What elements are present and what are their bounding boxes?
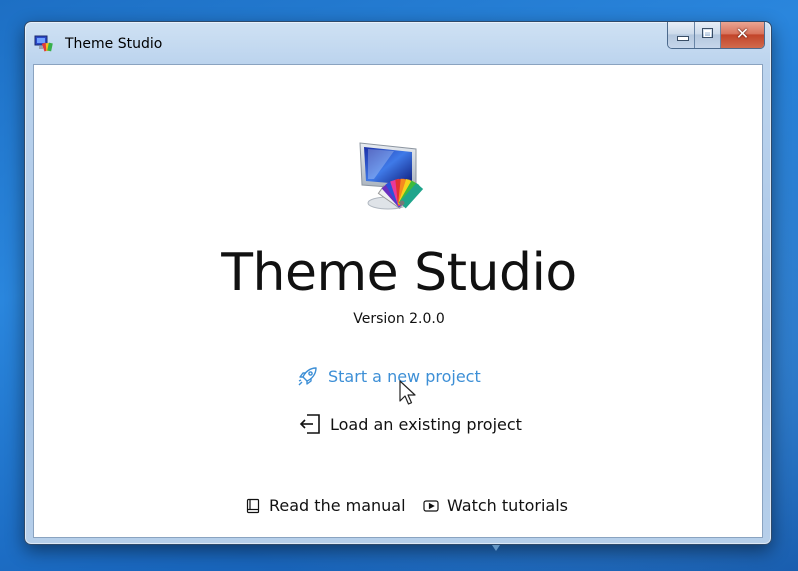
start-new-project-link[interactable]: Start a new project: [296, 364, 481, 388]
mouse-pointer-icon: [399, 380, 416, 405]
monitor-with-palette-icon: [359, 142, 424, 210]
maximize-button[interactable]: [695, 22, 721, 48]
enter-arrow-icon: [299, 414, 320, 434]
app-window: Theme Studio ✕ Theme Studio Version 2.0.…: [24, 21, 772, 545]
title-bar[interactable]: Theme Studio ✕: [25, 22, 771, 62]
version-label: Version 2.0.0: [353, 311, 445, 327]
close-icon: ✕: [735, 24, 750, 43]
book-icon: [246, 498, 260, 513]
rocket-icon: [298, 367, 317, 386]
load-existing-project-label: Load an existing project: [330, 414, 522, 434]
close-button[interactable]: ✕: [721, 22, 764, 48]
watch-tutorials-label: Watch tutorials: [447, 496, 568, 515]
minimize-button[interactable]: [668, 22, 695, 48]
desktop-arrow-icon: [492, 545, 500, 551]
maximize-icon: [702, 28, 713, 38]
play-icon: [423, 499, 439, 512]
app-icon: [34, 35, 53, 52]
load-existing-project-link[interactable]: Load an existing project: [298, 412, 522, 436]
minimize-icon: [677, 36, 689, 41]
app-title: Theme Studio: [221, 243, 577, 303]
caption-buttons: ✕: [667, 22, 765, 49]
read-manual-label: Read the manual: [269, 496, 406, 515]
window-title: Theme Studio: [65, 36, 163, 52]
watch-tutorials-link[interactable]: Watch tutorials: [423, 496, 568, 515]
welcome-panel: Theme Studio Version 2.0.0 Start a new p…: [33, 64, 763, 538]
read-manual-link[interactable]: Read the manual: [245, 496, 406, 515]
